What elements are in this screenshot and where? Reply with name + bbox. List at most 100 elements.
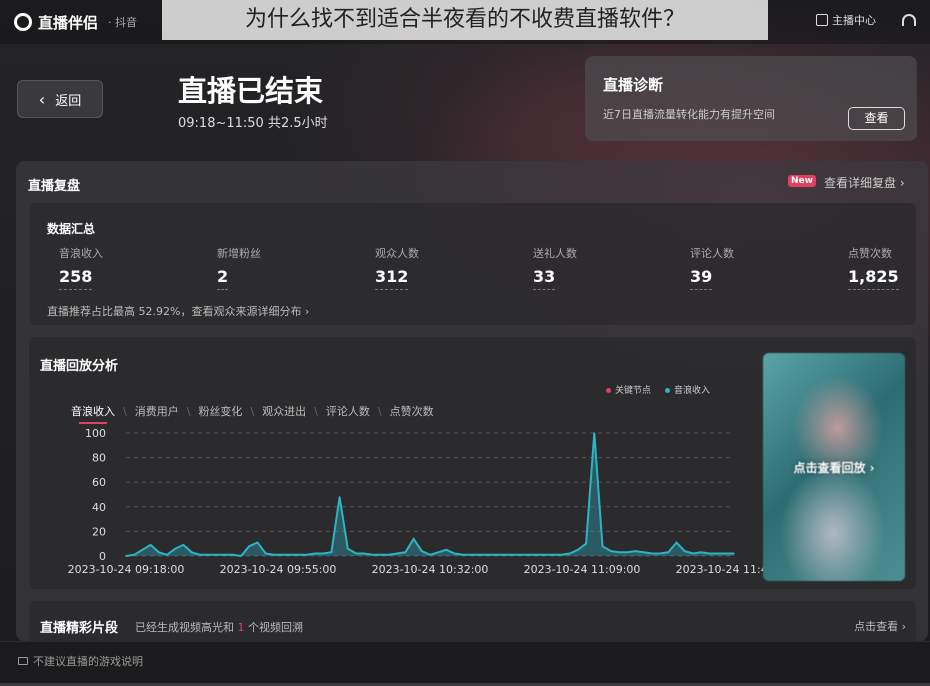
data-point [429, 553, 431, 556]
data-point [642, 551, 645, 554]
data-point [634, 550, 637, 552]
data-point [314, 552, 316, 555]
data-point [141, 549, 144, 551]
metric-gift-income[interactable]: 音浪收入 258 [59, 245, 179, 290]
detailed-review-link[interactable]: 查看详细复盘 › [824, 174, 905, 191]
anchor-center-label: 主播中心 [832, 14, 876, 27]
back-button[interactable]: ‹ 返回 [17, 80, 103, 118]
clips-description: 已经生成视频高光和 1 个视频回溯 [135, 619, 303, 635]
data-point [133, 553, 136, 556]
anchor-center-button[interactable]: 主播中心 [816, 12, 876, 28]
data-point [248, 545, 251, 547]
chevron-left-icon: ‹ [38, 89, 46, 109]
data-point [700, 551, 702, 554]
x-tick-label: 2023-10-24 11:09:00 [524, 563, 641, 576]
metric-label: 送礼人数 [533, 247, 577, 260]
headset-icon [902, 14, 916, 26]
data-summary-card: 数据汇总 音浪收入 258 新增粉丝 2 观众人数 312 送礼人数 33 评论… [29, 203, 916, 325]
metric-likes[interactable]: 点赞次数 1,825 [848, 245, 908, 290]
metric-label: 评论人数 [690, 247, 734, 260]
data-point [412, 537, 415, 540]
data-point [207, 553, 209, 556]
data-point [388, 553, 390, 556]
data-point [724, 552, 727, 555]
overlay-question-banner: 为什么找不到适合半夜看的不收费直播软件？ [162, 0, 768, 40]
y-tick-label: 0 [99, 550, 106, 563]
metric-label: 观众人数 [375, 247, 419, 260]
data-point [404, 551, 407, 554]
data-point [544, 553, 546, 556]
metric-new-fans[interactable]: 新增粉丝 2 [217, 245, 337, 290]
top-right-actions: 主播中心 [816, 12, 916, 28]
game-notice-label: 不建议直播的游戏说明 [33, 655, 143, 668]
clips-desc-suffix: 个视频回溯 [248, 621, 303, 634]
gift-income-chart[interactable]: 0 20 40 60 80 100 2023-10-24 09:18:00 2023-10-2… [29, 337, 764, 589]
review-panel: 直播复盘 New 查看详细复盘 › 数据汇总 音浪收入 258 新增粉丝 2 观… [16, 161, 928, 641]
data-point [519, 553, 522, 556]
data-point [503, 553, 505, 556]
clips-title: 直播精彩片段 [40, 621, 119, 636]
data-point [486, 553, 489, 556]
y-tick-label: 60 [92, 476, 106, 489]
data-point [273, 553, 275, 556]
data-point [289, 553, 292, 556]
data-point [363, 552, 366, 555]
metric-value: 312 [375, 267, 409, 290]
data-point [577, 549, 579, 551]
data-point [232, 553, 234, 556]
review-title: 直播复盘 [28, 179, 81, 194]
data-point [626, 551, 628, 554]
data-point [609, 550, 612, 552]
game-notice-link[interactable]: 不建议直播的游戏说明 [18, 653, 143, 669]
metric-viewers[interactable]: 观众人数 312 [375, 245, 495, 290]
metric-value: 39 [690, 267, 713, 290]
data-point [708, 552, 711, 555]
x-tick-label: 2023-10-24 09:55:00 [220, 563, 337, 576]
data-point [618, 551, 620, 554]
x-tick-label: 2023-10-24 10:32:00 [372, 563, 489, 576]
data-point [281, 553, 283, 556]
data-point [659, 552, 661, 555]
data-point [437, 551, 440, 554]
diagnosis-view-button[interactable]: 查看 [848, 107, 905, 130]
data-point [568, 552, 571, 555]
support-button[interactable] [902, 14, 916, 26]
data-point [215, 553, 218, 556]
metric-commenters[interactable]: 评论人数 39 [690, 245, 810, 290]
data-point [453, 552, 456, 555]
clips-count: 1 [237, 621, 245, 634]
data-point [396, 552, 398, 555]
logo-ring-icon [14, 13, 32, 31]
data-point [527, 553, 530, 556]
data-point [683, 550, 686, 552]
y-tick-label: 20 [92, 525, 106, 538]
data-point [462, 553, 464, 556]
app-logo: 直播伴侣 · 抖音 [14, 12, 137, 33]
platform-label: · 抖音 [108, 16, 138, 29]
new-badge: New [788, 175, 816, 187]
view-clips-link[interactable]: 点击查看 › [854, 618, 906, 634]
data-point [264, 552, 267, 555]
data-point [190, 551, 193, 554]
metric-label: 新增粉丝 [217, 247, 261, 260]
app-name: 直播伴侣 [38, 13, 99, 32]
clips-desc-prefix: 已经生成视频高光和 [135, 621, 234, 634]
replay-thumbnail[interactable]: 点击查看回放 › [763, 353, 905, 581]
data-point [552, 553, 555, 556]
metric-value: 1,825 [848, 267, 899, 290]
data-point [166, 553, 168, 556]
data-point [322, 552, 324, 555]
data-point [733, 552, 735, 555]
data-point [240, 555, 242, 557]
traffic-source-link[interactable]: 直播推荐占比最高 52.92%，查看观众来源详细分布 › [47, 303, 309, 319]
data-point [330, 551, 333, 554]
data-point [158, 551, 160, 554]
x-tick-label: 2023-10-24 11:46:00 [676, 563, 764, 576]
data-point [223, 553, 226, 556]
replay-analysis-card: 直播回放分析 关键节点 音浪收入 音浪收入 \ 消费用户 \ 粉丝变化 \ 观众… [29, 337, 916, 589]
metric-gifters[interactable]: 送礼人数 33 [533, 245, 653, 290]
live-duration: 09:18~11:50 共2.5小时 [178, 116, 328, 131]
data-point [593, 432, 596, 434]
y-tick-label: 100 [85, 427, 106, 440]
highlight-clips-bar: 直播精彩片段 已经生成视频高光和 1 个视频回溯 点击查看 › [29, 601, 916, 641]
